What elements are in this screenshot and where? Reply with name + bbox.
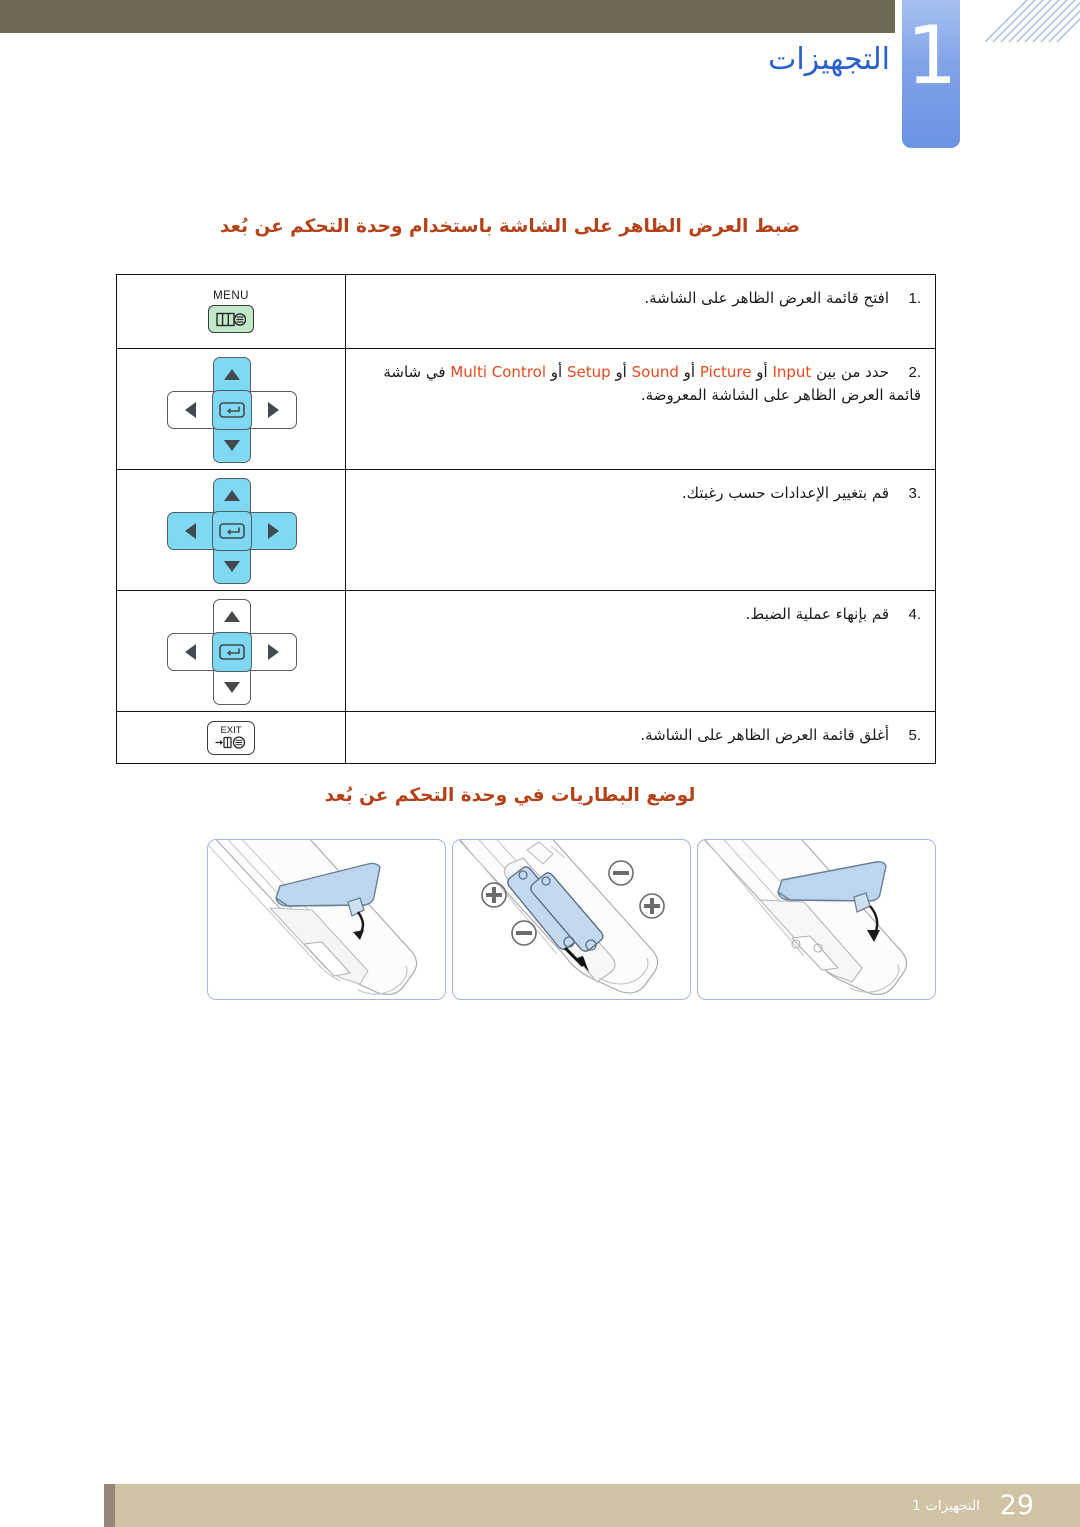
step-5-button-cell: EXIT xyxy=(116,711,346,764)
step-2-button-cell xyxy=(116,348,346,470)
option-input: Input xyxy=(772,363,812,381)
table-row: 3. قم بتغيير الإعدادات حسب رغبتك. xyxy=(116,469,936,591)
menu-button-label: MENU xyxy=(213,290,249,302)
page-title-osd-adjust: ضبط العرض الظاهر على الشاشة باستخدام وحد… xyxy=(219,216,801,237)
exit-icon xyxy=(215,736,246,749)
dpad-enter-button[interactable] xyxy=(212,511,252,551)
header-bar xyxy=(0,0,895,33)
remote-open-cover-illustration xyxy=(208,840,418,995)
dpad-right-button[interactable] xyxy=(250,633,297,671)
step-4-button-cell xyxy=(116,590,346,712)
step-5-text: أغلق قائمة العرض الظاهر على الشاشة. xyxy=(640,726,889,744)
triangle-left-icon xyxy=(185,644,196,660)
enter-icon xyxy=(219,644,245,660)
separator-4: أو xyxy=(550,363,563,381)
triangle-down-icon xyxy=(224,561,240,572)
step-4-number: 4. xyxy=(908,606,921,623)
dpad-all[interactable] xyxy=(167,478,297,584)
triangle-up-icon xyxy=(224,369,240,380)
exit-button-label: EXIT xyxy=(220,724,242,736)
table-row: 2. حدد من بين Input أو Picture أو Sound أ… xyxy=(116,348,936,470)
dpad-down-button[interactable] xyxy=(213,549,251,584)
step-1-text: افتح قائمة العرض الظاهر على الشاشة. xyxy=(644,289,889,307)
triangle-right-icon xyxy=(268,402,279,418)
remote-close-cover-illustration xyxy=(703,840,908,995)
triangle-left-icon xyxy=(185,402,196,418)
dpad-up-button[interactable] xyxy=(213,478,251,513)
table-row: 1. افتح قائمة العرض الظاهر على الشاشة. ME… xyxy=(116,274,936,349)
page-title-battery-insert: لوضع البطاريات في وحدة التحكم عن بُعد xyxy=(324,785,696,806)
step-3-button-cell xyxy=(116,469,346,591)
step-1-text-cell: 1. افتح قائمة العرض الظاهر على الشاشة. xyxy=(345,274,936,349)
step-3-text-cell: 3. قم بتغيير الإعدادات حسب رغبتك. xyxy=(345,469,936,591)
dpad-right-button[interactable] xyxy=(250,391,297,429)
triangle-down-icon xyxy=(224,682,240,693)
battery-panel-open-cover xyxy=(207,839,446,1000)
triangle-left-icon xyxy=(185,523,196,539)
osd-steps-table: 1. افتح قائمة العرض الظاهر على الشاشة. ME… xyxy=(116,274,936,764)
triangle-up-icon xyxy=(224,611,240,622)
dpad-down-button[interactable] xyxy=(213,670,251,705)
step-4-text: قم بإنهاء عملية الضبط. xyxy=(745,605,889,623)
dpad-enter[interactable] xyxy=(167,599,297,705)
step-1-button-cell: MENU xyxy=(116,274,346,349)
separator-2: أو xyxy=(683,363,696,381)
triangle-right-icon xyxy=(268,644,279,660)
dpad-up-button[interactable] xyxy=(213,599,251,634)
triangle-right-icon xyxy=(268,523,279,539)
step-2-number: 2. xyxy=(908,364,921,381)
dpad-left-button[interactable] xyxy=(167,633,214,671)
table-row: 5. أغلق قائمة العرض الظاهر على الشاشة. EX… xyxy=(116,711,936,764)
step-2-text-before: حدد من بين xyxy=(816,363,889,381)
step-5-text-cell: 5. أغلق قائمة العرض الظاهر على الشاشة. xyxy=(345,711,936,764)
dpad-enter-button[interactable] xyxy=(212,390,252,430)
separator-3: أو xyxy=(615,363,627,381)
option-picture: Picture xyxy=(699,363,752,381)
dpad-up-button[interactable] xyxy=(213,357,251,392)
enter-icon xyxy=(219,523,245,539)
enter-icon xyxy=(219,402,245,418)
step-5-number: 5. xyxy=(908,727,921,744)
step-4-text-cell: 4. قم بإنهاء عملية الضبط. xyxy=(345,590,936,712)
menu-icon xyxy=(208,305,254,333)
triangle-down-icon xyxy=(224,440,240,451)
chapter-title: التجهيزات xyxy=(768,42,890,77)
page-number: 29 xyxy=(999,1490,1034,1521)
step-3-number: 3. xyxy=(908,485,921,502)
header-hatch-decoration xyxy=(985,0,1080,42)
dpad-enter-button[interactable] xyxy=(212,632,252,672)
chapter-number: 1 xyxy=(906,9,958,102)
menu-button[interactable]: MENU xyxy=(208,290,254,333)
battery-panel-close-cover xyxy=(697,839,936,1000)
table-row: 4. قم بإنهاء عملية الضبط. xyxy=(116,590,936,712)
step-1-number: 1. xyxy=(908,290,921,307)
option-setup: Setup xyxy=(566,363,611,381)
remote-insert-batteries-illustration xyxy=(458,840,665,994)
dpad-left-button[interactable] xyxy=(167,391,214,429)
step-3-text: قم بتغيير الإعدادات حسب رغبتك. xyxy=(681,484,889,502)
dpad-left-button[interactable] xyxy=(167,512,214,550)
exit-button[interactable]: EXIT xyxy=(207,720,255,755)
dpad-right-button[interactable] xyxy=(250,512,297,550)
battery-panel-insert-batteries xyxy=(452,839,691,1000)
dpad-up-down-enter[interactable] xyxy=(167,357,297,463)
dpad-down-button[interactable] xyxy=(213,428,251,463)
step-2-text-cell: 2. حدد من بين Input أو Picture أو Sound أ… xyxy=(345,348,936,470)
option-sound: Sound xyxy=(631,363,679,381)
option-multi-control: Multi Control xyxy=(450,363,546,381)
separator-1: أو xyxy=(756,363,768,381)
triangle-up-icon xyxy=(224,490,240,501)
footer-chapter-label: التجهيزات 1 xyxy=(912,1498,980,1514)
footer-tab-marker xyxy=(104,1484,115,1527)
